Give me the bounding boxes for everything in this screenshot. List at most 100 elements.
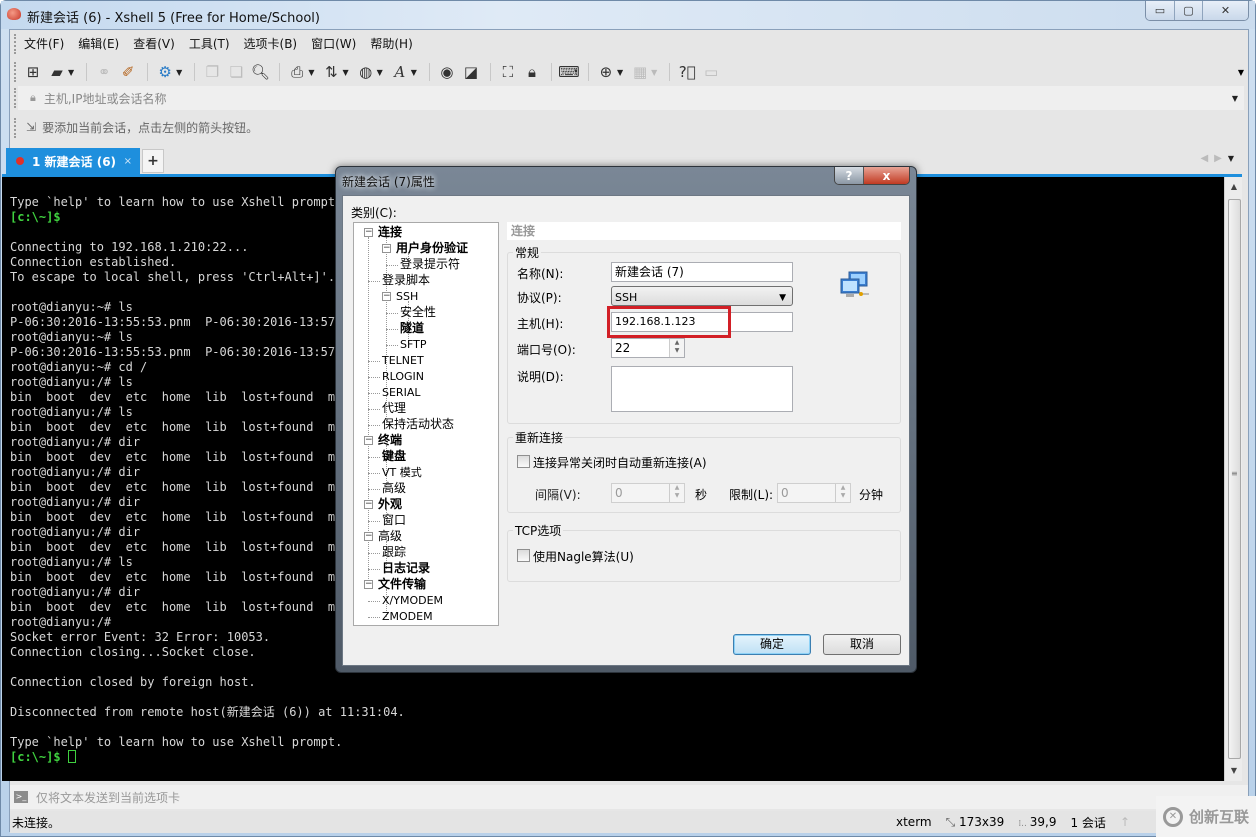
interval-input[interactable]: 0 ▲ ▼: [611, 483, 685, 503]
tree-item[interactable]: 代理: [382, 401, 406, 416]
open-dropdown-icon[interactable]: ▼: [68, 68, 74, 77]
properties-icon[interactable]: ⚙: [154, 61, 176, 83]
address-bar[interactable]: 🔒︎ 主机,IP地址或会话名称 ▼: [18, 86, 1244, 110]
description-input[interactable]: [611, 366, 793, 412]
properties-dropdown-icon[interactable]: ▼: [176, 68, 182, 77]
scroll-down-icon[interactable]: ▼: [1225, 763, 1243, 779]
menu-file[interactable]: 文件(F): [24, 35, 64, 52]
cancel-button[interactable]: 取消: [823, 634, 901, 655]
xmanager-icon[interactable]: ◪: [460, 61, 482, 83]
paste-icon[interactable]: ❏: [225, 61, 247, 83]
new-tab-icon[interactable]: ⊕: [595, 61, 617, 83]
font-icon[interactable]: A: [389, 61, 411, 83]
tree-item[interactable]: 外观: [378, 497, 402, 512]
addressbar-grip[interactable]: [14, 88, 17, 108]
tree-collapse-icon[interactable]: −: [364, 436, 373, 445]
tree-item[interactable]: ZMODEM: [382, 609, 433, 624]
print-dropdown-icon[interactable]: ▼: [308, 68, 314, 77]
tree-item[interactable]: 终端: [378, 433, 402, 448]
linkbar-grip[interactable]: [14, 118, 17, 138]
menu-view[interactable]: 查看(V): [133, 35, 175, 52]
find-icon[interactable]: 🔍︎: [249, 61, 271, 83]
protocol-select[interactable]: SSH ▼: [611, 286, 793, 306]
fullscreen-icon[interactable]: ⛶: [497, 61, 519, 83]
status-up-icon[interactable]: ↑: [1120, 815, 1130, 829]
dialog-close-button[interactable]: x: [863, 167, 909, 184]
tree-item[interactable]: SSH: [396, 289, 418, 304]
nagle-label[interactable]: 使用Nagle算法(U): [533, 548, 634, 565]
layout-icon[interactable]: ▦: [629, 61, 651, 83]
address-input[interactable]: 主机,IP地址或会话名称: [44, 90, 167, 107]
tree-item[interactable]: TELNET: [382, 353, 424, 368]
tree-collapse-icon[interactable]: −: [364, 532, 373, 541]
minimize-button[interactable]: ▭: [1146, 1, 1174, 20]
tree-item[interactable]: RLOGIN: [382, 369, 424, 384]
open-folder-icon[interactable]: ▰: [46, 61, 68, 83]
tree-item[interactable]: SERIAL: [382, 385, 420, 400]
tree-item[interactable]: 连接: [378, 225, 402, 240]
reconnect-icon[interactable]: ⚭: [93, 61, 115, 83]
interval-spinner[interactable]: ▲ ▼: [669, 484, 684, 502]
tree-collapse-icon[interactable]: −: [364, 580, 373, 589]
layout-dropdown-icon[interactable]: ▼: [651, 68, 657, 77]
tab-list-dropdown-icon[interactable]: ▼: [1228, 154, 1240, 163]
tree-item[interactable]: 保持活动状态: [382, 417, 454, 432]
menu-tools[interactable]: 工具(T): [189, 35, 230, 52]
tab-close-icon[interactable]: ×: [124, 156, 132, 167]
add-session-arrow-icon[interactable]: ⇲: [26, 120, 36, 134]
dialog-help-button[interactable]: ?: [835, 167, 863, 184]
tree-item[interactable]: 键盘: [382, 449, 406, 464]
maximize-button[interactable]: ▢: [1174, 1, 1202, 20]
tree-item[interactable]: 登录提示符: [400, 257, 460, 272]
tab-session-6[interactable]: 1 新建会话 (6) ×: [6, 148, 140, 174]
auto-reconnect-checkbox[interactable]: [517, 455, 530, 468]
tab-next-icon[interactable]: ▶: [1214, 153, 1228, 164]
close-button[interactable]: ✕: [1202, 1, 1248, 20]
disconnect-icon[interactable]: ✐: [117, 61, 139, 83]
tree-item[interactable]: 文件传输: [378, 577, 426, 592]
limit-input[interactable]: 0 ▲ ▼: [777, 483, 851, 503]
transfer-icon[interactable]: ⇅: [320, 61, 342, 83]
tree-item[interactable]: 登录脚本: [382, 273, 430, 288]
menu-window[interactable]: 窗口(W): [311, 35, 356, 52]
copy-icon[interactable]: ❐: [201, 61, 223, 83]
xftp-icon[interactable]: ◉: [436, 61, 458, 83]
tree-collapse-icon[interactable]: −: [382, 244, 391, 253]
tree-item[interactable]: 高级: [382, 481, 406, 496]
print-icon[interactable]: ⎙: [286, 61, 308, 83]
help-icon[interactable]: ?⃝: [676, 61, 698, 83]
new-session-icon[interactable]: ⊞: [22, 61, 44, 83]
tree-item[interactable]: 用户身份验证: [396, 241, 468, 256]
name-input[interactable]: 新建会话 (7): [611, 262, 793, 282]
transfer-dropdown-icon[interactable]: ▼: [342, 68, 348, 77]
toolbar-overflow-icon[interactable]: ▼: [1238, 68, 1244, 77]
tree-collapse-icon[interactable]: −: [382, 292, 391, 301]
encoding-dropdown-icon[interactable]: ▼: [377, 68, 383, 77]
ok-button[interactable]: 确定: [733, 634, 811, 655]
globe-icon[interactable]: ◍: [355, 61, 377, 83]
auto-reconnect-label[interactable]: 连接异常关闭时自动重新连接(A): [533, 454, 707, 471]
tree-item[interactable]: X/YMODEM: [382, 593, 443, 608]
limit-spinner[interactable]: ▲ ▼: [835, 484, 850, 502]
tree-item[interactable]: 跟踪: [382, 545, 406, 560]
tree-item[interactable]: VT 模式: [382, 465, 422, 480]
new-tab-dropdown-icon[interactable]: ▼: [617, 68, 623, 77]
port-spinner[interactable]: ▲ ▼: [669, 339, 684, 357]
menu-tabs[interactable]: 选项卡(B): [244, 35, 298, 52]
address-dropdown-icon[interactable]: ▼: [1232, 94, 1238, 103]
new-tab-button[interactable]: +: [142, 149, 164, 173]
keyboard-icon[interactable]: ⌨: [558, 61, 580, 83]
tree-collapse-icon[interactable]: −: [364, 228, 373, 237]
scroll-up-icon[interactable]: ▲: [1225, 179, 1243, 195]
menu-edit[interactable]: 编辑(E): [78, 35, 119, 52]
compose-bar[interactable]: >_ 仅将文本发送到当前选项卡: [10, 785, 1248, 809]
terminal-scrollbar[interactable]: ▲ ≡ ▼: [1224, 177, 1242, 781]
tree-item[interactable]: 日志记录: [382, 561, 430, 576]
scroll-thumb[interactable]: ≡: [1228, 199, 1241, 759]
tree-item[interactable]: 高级: [378, 529, 402, 544]
menu-help[interactable]: 帮助(H): [370, 35, 412, 52]
tree-item[interactable]: 隧道: [400, 321, 424, 336]
category-tree[interactable]: − 连接 − 用户身份验证 登录提示符 登录脚本 − SSH 安全性 隧道 SFTP TELNET RL…: [353, 222, 499, 626]
tree-item[interactable]: 安全性: [400, 305, 436, 320]
lock-icon[interactable]: 🔒︎: [521, 61, 543, 83]
